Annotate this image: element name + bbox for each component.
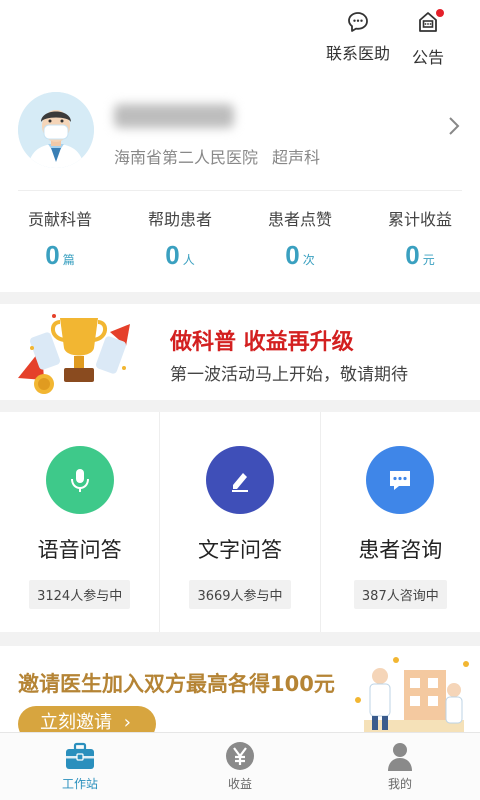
- service-name: 语音问答: [37, 538, 122, 562]
- trophy-illustration: [18, 314, 130, 394]
- stat-unit: 次: [302, 253, 315, 267]
- person-icon: [388, 743, 412, 771]
- services-grid: 语音问答 3124人参与中 文字问答 3669人参与中 患者咨询 387人咨询中: [0, 412, 480, 632]
- banner-subtitle: 第一波活动马上开始，敬请期待: [170, 365, 408, 385]
- contact-assistant-button[interactable]: 联系医助: [326, 10, 390, 64]
- invite-title: 邀请医生加入双方最高各得100元: [18, 672, 335, 696]
- banner-title: 做科普 收益再升级: [170, 330, 354, 355]
- participant-badge: 387人咨询中: [353, 580, 447, 609]
- stat-likes[interactable]: 患者点赞 0次: [240, 206, 360, 286]
- profile-card[interactable]: 海南省第二人民医院 超声科: [0, 92, 480, 192]
- chevron-right-icon: ›: [123, 712, 131, 732]
- yen-icon: [226, 742, 254, 770]
- department-name: 超声科: [272, 148, 321, 167]
- stat-earnings[interactable]: 累计收益 0元: [360, 206, 480, 286]
- unread-dot: [436, 9, 444, 17]
- stat-value: 0: [285, 240, 300, 270]
- stat-articles[interactable]: 贡献科普 0篇: [0, 206, 120, 286]
- tab-label: 我的: [387, 777, 412, 791]
- service-name: 患者咨询: [358, 538, 443, 562]
- stat-unit: 篇: [62, 253, 75, 267]
- tab-profile[interactable]: 我的: [320, 733, 480, 800]
- stat-value: 0: [165, 240, 180, 270]
- stat-value: 0: [405, 240, 420, 270]
- participant-badge: 3124人参与中: [29, 580, 131, 609]
- promo-banner[interactable]: 做科普 收益再升级 第一波活动马上开始，敬请期待: [0, 304, 480, 400]
- tab-workstation[interactable]: 工作站: [0, 733, 160, 800]
- chat-bubble-icon: [348, 12, 368, 32]
- briefcase-icon: [66, 742, 94, 769]
- divider: [18, 190, 462, 191]
- chevron-right-icon: [449, 117, 460, 135]
- pencil-icon: [205, 446, 274, 514]
- tab-label: 收益: [227, 777, 252, 791]
- invite-banner[interactable]: 邀请医生加入双方最高各得100元 立刻邀请 ›: [0, 646, 480, 732]
- avatar: [18, 92, 94, 168]
- stat-patients-helped[interactable]: 帮助患者 0人: [120, 206, 240, 286]
- invite-now-button[interactable]: 立刻邀请 ›: [18, 706, 156, 732]
- bottom-tab-bar: 工作站 收益 我的: [0, 732, 480, 800]
- contact-assistant-label: 联系医助: [326, 44, 391, 63]
- tab-earnings[interactable]: 收益: [160, 733, 320, 800]
- top-bar: 联系医助 公告: [0, 0, 480, 72]
- stat-title: 患者点赞: [267, 210, 332, 229]
- stat-title: 累计收益: [387, 210, 452, 229]
- stat-unit: 人: [182, 253, 195, 267]
- doctors-illustration: [355, 657, 469, 732]
- invite-button-label: 立刻邀请: [40, 712, 112, 732]
- stat-value: 0: [45, 240, 60, 270]
- section-gap: [0, 400, 480, 412]
- service-name: 文字问答: [197, 538, 282, 562]
- hospital-info: 海南省第二人民医院 超声科: [114, 144, 320, 168]
- section-gap: [0, 292, 480, 304]
- hospital-name: 海南省第二人民医院: [114, 148, 259, 167]
- microphone-icon: [45, 446, 114, 514]
- service-text-qa[interactable]: 文字问答 3669人参与中: [160, 412, 321, 632]
- stat-title: 贡献科普: [27, 210, 92, 229]
- notice-label: 公告: [412, 48, 445, 67]
- tab-label: 工作站: [61, 777, 98, 791]
- stats-row: 贡献科普 0篇 帮助患者 0人 患者点赞 0次 累计收益 0元: [0, 206, 480, 286]
- chat-icon: [366, 446, 435, 514]
- stat-title: 帮助患者: [147, 210, 212, 229]
- section-gap: [0, 632, 480, 646]
- service-voice-qa[interactable]: 语音问答 3124人参与中: [0, 412, 161, 632]
- notice-button[interactable]: 公告: [412, 9, 445, 68]
- participant-badge: 3669人参与中: [189, 580, 291, 609]
- service-patient-consult[interactable]: 患者咨询 387人咨询中: [321, 412, 480, 632]
- stat-unit: 元: [422, 253, 435, 267]
- doctor-name-redacted: [114, 104, 234, 128]
